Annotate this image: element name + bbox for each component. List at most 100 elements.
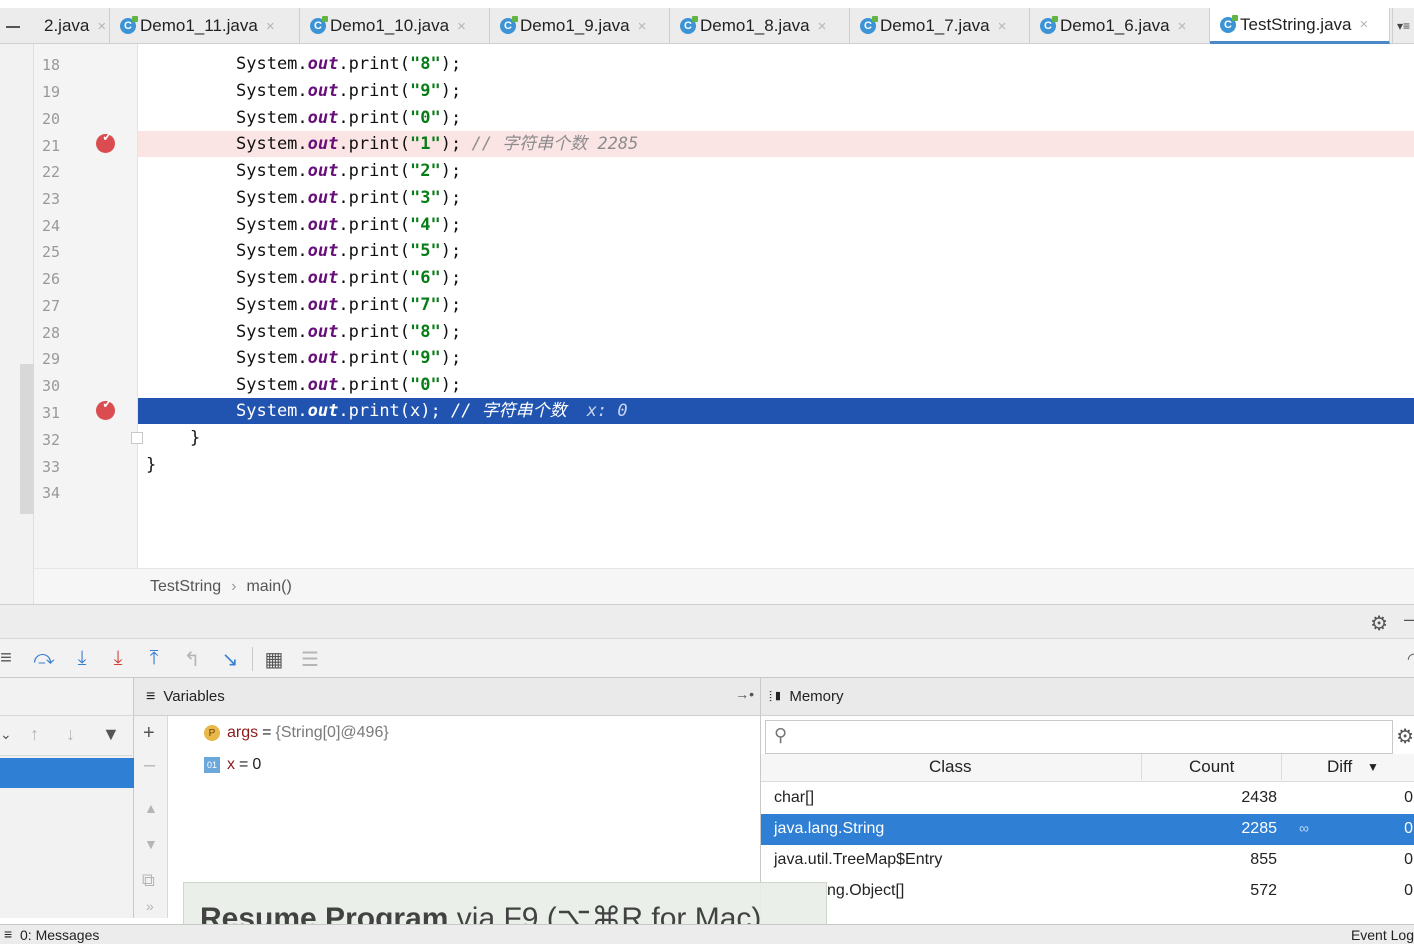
breakpoint-icon[interactable] [96,129,115,153]
editor-tab-bar: 2.java × C Demo1_11.java × C Demo1_10.java × … [0,8,1414,44]
close-icon[interactable]: × [998,18,1007,35]
tab-demo1-6[interactable]: C Demo1_6.java × [1030,8,1210,44]
tab-demo1-9[interactable]: C Demo1_9.java × [490,8,670,44]
track-instances-icon[interactable]: ∞ [1299,820,1309,836]
code-line: System.out.print("0"); [236,108,462,128]
memory-row[interactable]: ng.Object[] 572 0 [761,876,1414,907]
tab-demo1-7[interactable]: C Demo1_7.java × [850,8,1030,44]
status-bar: ≡ 0: Messages Event Log [0,924,1414,944]
pin-icon[interactable]: →• [735,686,754,702]
tab-demo1-10[interactable]: C Demo1_10.java × [300,8,490,44]
code-line: System.out.print("1"); // 字符串个数 2285 [236,134,639,154]
force-step-into-icon[interactable]: ⤓ [106,647,130,670]
code-line: System.out.print("4"); [236,215,462,235]
drop-frame-icon[interactable]: ↰ [180,647,204,672]
memory-row[interactable]: java.util.TreeMap$Entry 855 0 [761,845,1414,876]
tab-demo1-11[interactable]: C Demo1_11.java × [110,8,300,44]
tab-teststring[interactable]: C TestString.java × [1210,8,1390,44]
close-icon[interactable]: × [1360,16,1369,33]
line-number: 27 [42,297,61,315]
hide-icon[interactable]: – [1404,609,1414,630]
memory-row-selected[interactable]: java.lang.String 2285 ∞ 0 [761,814,1414,845]
breadcrumb-method[interactable]: main() [246,578,291,596]
step-into-icon[interactable]: ⤓ [70,647,94,670]
memory-diff: 0 [1404,820,1413,837]
column-diff[interactable]: Diff [1327,757,1352,777]
selected-frame-row[interactable] [0,758,134,788]
chevron-down-icon[interactable]: ⌄ [0,726,12,743]
arrow-up-icon[interactable]: ↑ [30,724,39,745]
move-down-icon[interactable]: ▼ [144,836,158,852]
parameter-icon: P [204,725,220,741]
filter-icon[interactable]: ▼ [102,724,120,745]
remove-icon[interactable]: – [144,754,155,777]
code-brace: } [190,428,201,448]
tab-overflow-menu-icon[interactable]: ▾≡ [1392,8,1414,44]
close-icon[interactable]: × [97,18,106,35]
code-line: System.out.print("9"); [236,81,462,101]
memory-class: char[] [774,789,815,806]
debug-tool-header: ⚙ – [0,604,1414,638]
tab-label: 2.java [44,16,90,35]
sort-desc-icon: ▼ [1367,760,1379,774]
code-line: System.out.print("7"); [236,295,462,315]
breakpoint-icon[interactable] [96,396,115,420]
event-log-button[interactable]: Event Log [1351,927,1414,943]
tab-demo1-8[interactable]: C Demo1_8.java × [670,8,850,44]
variable-value: {String[0]@496} [275,724,389,741]
menu-icon[interactable]: ≡ [0,647,18,670]
run-to-cursor-icon[interactable]: ↘ [218,647,242,672]
variable-equals: = [262,724,272,741]
variable-row[interactable]: P args = {String[0]@496} [204,724,389,742]
tab-label: Demo1_7.java [880,16,990,35]
messages-tool-button[interactable]: 0: Messages [20,927,99,943]
tab-label: Demo1_9.java [520,16,630,35]
variable-row[interactable]: 01 x = 0 [204,756,261,774]
line-number: 31 [42,404,61,422]
line-number: 29 [42,350,61,368]
close-icon[interactable]: × [1178,18,1187,35]
close-icon[interactable]: × [457,18,466,35]
memory-settings-icon[interactable]: ⚙ [1396,724,1414,749]
copy-icon[interactable]: ⧉ [142,870,155,891]
close-icon[interactable]: × [266,18,275,35]
close-icon[interactable]: × [818,18,827,35]
column-class[interactable]: Class [929,757,972,777]
code-line-current: System.out.print(x); // 字符串个数 x: 0 [236,401,628,421]
tab-2-java[interactable]: 2.java × [34,8,110,44]
breadcrumb: TestString › main() [34,568,1414,604]
step-out-icon[interactable]: ⤒ [142,647,166,670]
arrow-down-icon[interactable]: ↓ [66,724,75,745]
trace-icon[interactable]: ☰ [298,647,322,672]
toolbar-divider [252,647,253,671]
fold-icon[interactable] [131,432,143,444]
left-tool-strip [0,44,34,604]
memory-count: 2285 [1241,820,1277,837]
show-execution-point-icon[interactable]: ⤼ [32,647,56,670]
line-number: 24 [42,217,61,235]
frames-tools: ⌄ ↑ ↓ ▼ [0,716,134,756]
code-brace: } [146,455,157,475]
more-icon[interactable]: » [146,898,154,914]
evaluate-expression-icon[interactable]: ▦ [262,647,286,672]
minimize-icon[interactable] [6,26,20,28]
variables-header: ≡ Variables →• [134,678,760,716]
gear-icon[interactable]: ⚙ [1370,611,1388,636]
line-number: 23 [42,190,61,208]
close-icon[interactable]: × [638,18,647,35]
scrollbar-thumb[interactable] [20,364,34,514]
frames-header [0,678,134,716]
memory-search-input[interactable]: ⚲ [765,720,1393,754]
restore-icon[interactable]: ◜ [1408,649,1414,669]
variable-name: args [227,724,259,741]
tab-label: TestString.java [1240,14,1352,34]
memory-class: ng.Object[] [827,882,905,899]
breadcrumb-class[interactable]: TestString [150,578,221,596]
class-icon: C [310,16,328,34]
memory-title: Memory [789,688,844,705]
memory-header: ⦙▮ Memory [760,678,1414,716]
move-up-icon[interactable]: ▲ [144,800,158,816]
memory-row[interactable]: char[] 2438 0 [761,783,1414,814]
add-watch-icon[interactable]: + [143,722,155,745]
column-count[interactable]: Count [1189,757,1234,777]
